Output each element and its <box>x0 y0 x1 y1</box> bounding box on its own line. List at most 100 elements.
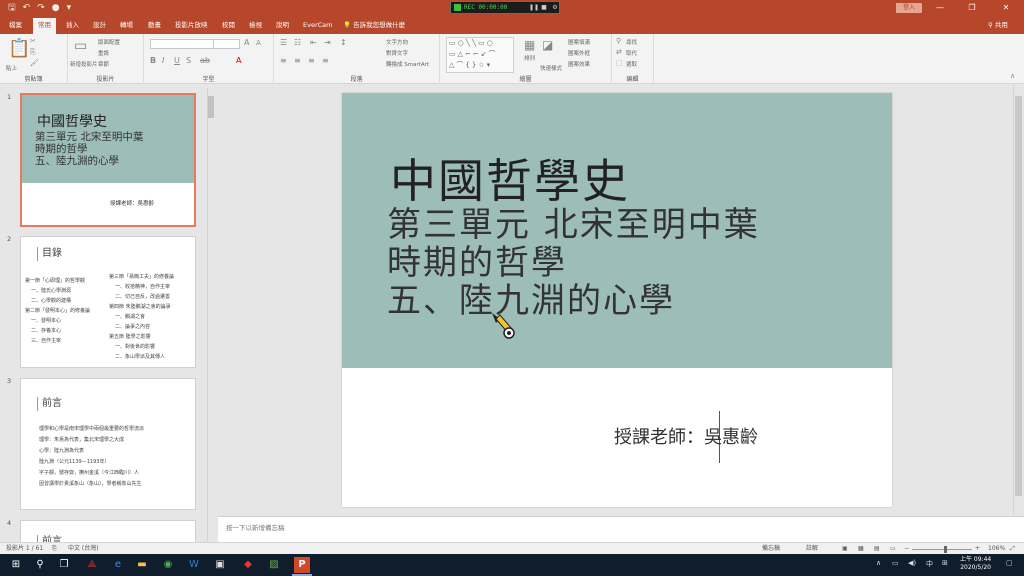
layout-button[interactable]: 版面配置 <box>98 38 120 46</box>
select-button[interactable]: 選取 <box>626 60 637 68</box>
tell-me-search[interactable]: 💡 告訴我您想做什麼 <box>343 19 405 31</box>
tab-home[interactable]: 常用 <box>33 18 56 34</box>
word-icon[interactable]: W <box>186 557 202 573</box>
tab-insert[interactable]: 插入 <box>66 19 79 31</box>
align-text-button[interactable]: 對齊文字 <box>386 49 408 57</box>
replace-button[interactable]: 取代 <box>626 49 637 57</box>
thumbnail-scrollbar[interactable] <box>207 88 215 542</box>
select-icon[interactable]: ⬚ <box>616 59 623 67</box>
bold-icon[interactable]: B <box>150 56 156 65</box>
chrome-icon[interactable]: ◉ <box>160 557 176 573</box>
slide-subtitle-line-1[interactable]: 第三單元 北宋至明中葉 <box>387 205 760 245</box>
new-slide-icon[interactable]: ▭ <box>74 38 87 54</box>
powerpoint-icon[interactable]: P <box>294 557 310 573</box>
strikethrough-icon[interactable]: ab <box>200 56 210 65</box>
slide-sorter-icon[interactable]: ▦ <box>858 544 864 554</box>
redo-icon[interactable]: ↷ <box>37 0 45 16</box>
increase-indent-icon[interactable]: ⇥ <box>324 38 331 47</box>
photos-icon[interactable]: ▨ <box>266 557 282 573</box>
input-mode-icon[interactable]: ⊞ <box>942 559 948 567</box>
recorder-app-icon[interactable]: ◆ <box>240 557 256 573</box>
stop-icon[interactable]: ■ <box>540 4 548 11</box>
arrange-icon[interactable]: ▦ <box>524 38 535 52</box>
font-color-icon[interactable]: A <box>236 56 241 65</box>
align-center-icon[interactable]: ≡ <box>294 56 301 65</box>
share-button[interactable]: ⚲ 共用 <box>988 19 1008 31</box>
customize-qat-icon[interactable]: ▾ <box>67 0 72 16</box>
new-slide-label[interactable]: 新增投影片 <box>70 60 98 68</box>
thumbnail-slide-2[interactable]: 目錄 第一節「心即理」的哲學觀 一、陸氏心學淵源 二、心學觀的建構 第二節「發明… <box>20 236 196 368</box>
tray-chevron-icon[interactable]: ∧ <box>876 559 881 567</box>
collapse-ribbon-icon[interactable]: ∧ <box>1010 72 1015 80</box>
justify-icon[interactable]: ≡ <box>322 56 329 65</box>
thumbnail-slide-3[interactable]: 前言 理學和心學是南宋理學中兩個最重要的哲學流派 理學：朱熹為代表，集北宋理學之… <box>20 378 196 510</box>
normal-view-icon[interactable]: ▣ <box>842 544 848 554</box>
section-button[interactable]: 章節 <box>98 60 109 68</box>
arrange-label[interactable]: 排列 <box>524 54 535 62</box>
zoom-slider-knob[interactable] <box>944 546 947 553</box>
slide-scroll-thumb[interactable] <box>1015 96 1022 496</box>
increase-font-icon[interactable]: A <box>244 38 249 47</box>
shape-fill-button[interactable]: 圖案填滿 <box>568 38 590 46</box>
copy-icon[interactable]: ⎘ <box>30 48 36 57</box>
replace-icon[interactable]: ⇄ <box>616 48 622 56</box>
zoom-out-icon[interactable]: − <box>904 544 909 554</box>
underline-icon[interactable]: U <box>174 56 180 65</box>
shape-effects-button[interactable]: 圖案效果 <box>568 60 590 68</box>
tab-help[interactable]: 說明 <box>276 19 289 31</box>
app-icon[interactable]: ▣ <box>212 557 228 573</box>
system-clock[interactable]: 上午 09:44 2020/5/20 <box>960 556 991 572</box>
zoom-level[interactable]: 106% <box>988 544 1005 554</box>
settings-icon[interactable]: ⚙ <box>551 4 559 11</box>
bullets-icon[interactable]: ☰ <box>280 38 287 47</box>
numbering-icon[interactable]: ☷ <box>294 38 301 47</box>
line-spacing-icon[interactable]: ↕ <box>340 38 347 47</box>
decrease-indent-icon[interactable]: ⇤ <box>310 38 317 47</box>
edge-icon[interactable]: e <box>110 557 126 573</box>
minimize-icon[interactable]: — <box>928 0 952 16</box>
notes-pane[interactable]: 按一下以新增備忘稿 <box>218 516 1024 542</box>
reading-view-icon[interactable]: ▤ <box>874 544 880 554</box>
tab-review[interactable]: 校閱 <box>222 19 235 31</box>
undo-icon[interactable]: ↶ <box>23 0 31 16</box>
format-painter-icon[interactable]: 🖌 <box>30 59 39 67</box>
shapes-gallery[interactable]: ▭○╲╲▭○ ▭△⌐⌐↙⌒ △⌒{}☆▾ <box>446 37 514 73</box>
slideshow-view-icon[interactable]: ▭ <box>890 544 896 554</box>
zoom-slider[interactable] <box>912 549 972 550</box>
decrease-font-icon[interactable]: A <box>256 39 261 47</box>
zoom-in-icon[interactable]: + <box>975 544 980 554</box>
tab-transitions[interactable]: 轉場 <box>120 19 133 31</box>
slide-subtitle-line-3[interactable]: 五、陸九淵的心學 <box>387 281 675 321</box>
teacher-name[interactable]: 授課老師：吳惠齡 <box>614 423 758 449</box>
start-slideshow-icon[interactable]: ● <box>52 0 60 16</box>
save-icon[interactable]: 🖫 <box>8 0 16 16</box>
acrobat-icon[interactable]: ⟁ <box>84 557 100 573</box>
paste-icon[interactable]: 📋 <box>8 38 30 59</box>
find-button[interactable]: 尋找 <box>626 38 637 46</box>
current-slide[interactable]: 中國哲學史 第三單元 北宋至明中葉 時期的哲學 五、陸九淵的心學 授課老師：吳惠… <box>342 93 892 507</box>
thumbnail-slide-4[interactable]: 前言 <box>20 520 196 542</box>
quick-styles-label[interactable]: 快速樣式 <box>540 64 562 72</box>
cut-icon[interactable]: ✂ <box>30 37 36 45</box>
shadow-icon[interactable]: S <box>186 56 191 65</box>
quick-styles-icon[interactable]: ◪ <box>542 38 553 52</box>
pause-icon[interactable]: ❚❚ <box>529 4 539 11</box>
notes-toggle[interactable]: 備忘稿 <box>762 544 780 554</box>
ime-icon[interactable]: 中 <box>926 559 933 569</box>
thumbnail-slide-1[interactable]: 中國哲學史 第三單元 北宋至明中葉 時期的哲學 五、陸九淵的心學 授課老師：吳惠… <box>20 93 196 227</box>
volume-icon[interactable]: ◀) <box>908 559 916 567</box>
tab-evercam[interactable]: EverCam <box>303 19 332 31</box>
fit-slide-icon[interactable]: ⤢ <box>1010 544 1015 554</box>
tab-design[interactable]: 設計 <box>93 19 106 31</box>
slide-subtitle-line-2[interactable]: 時期的哲學 <box>387 243 567 283</box>
screen-recorder-widget[interactable]: REC 00:00:00 ❚❚ ■ ⚙ <box>450 1 560 14</box>
align-left-icon[interactable]: ≡ <box>280 56 287 65</box>
reset-button[interactable]: 重設 <box>98 49 109 57</box>
restore-icon[interactable]: ❐ <box>960 0 984 16</box>
tab-animations[interactable]: 動畫 <box>148 19 161 31</box>
slide-title[interactable]: 中國哲學史 <box>390 145 630 211</box>
smartart-button[interactable]: 轉換成 SmartArt <box>386 60 429 68</box>
text-direction-button[interactable]: 文字方向 <box>386 38 408 46</box>
find-icon[interactable]: ⚲ <box>616 37 621 45</box>
tab-slideshow[interactable]: 投影片放映 <box>175 19 208 31</box>
